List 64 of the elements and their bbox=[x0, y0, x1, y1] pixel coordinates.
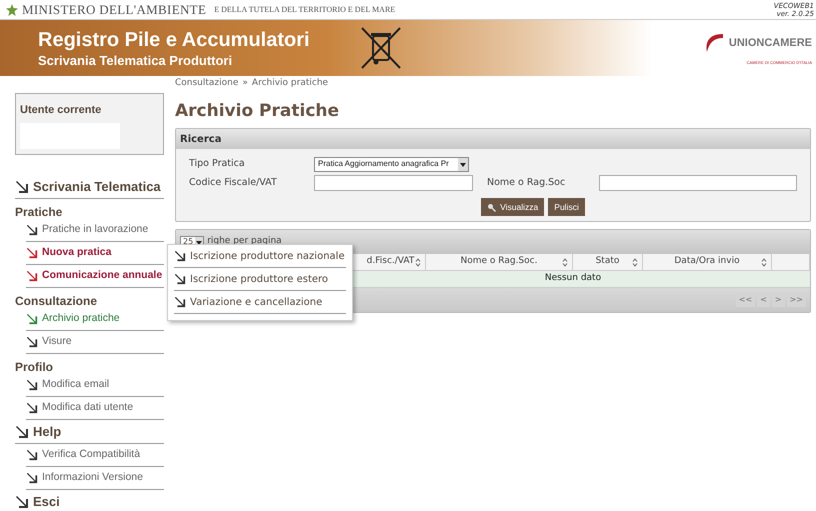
sidebar-item[interactable]: Nuova pratica bbox=[26, 242, 164, 265]
panel-title: Ricerca bbox=[176, 129, 810, 149]
arrow-icon bbox=[26, 270, 38, 282]
column-header[interactable]: Stato bbox=[573, 254, 643, 270]
field-label: Nome o Rag.Soc bbox=[487, 176, 566, 190]
arrow-icon bbox=[26, 313, 38, 325]
sidebar-link[interactable]: Esci bbox=[15, 490, 164, 511]
sidebar-item[interactable]: Informazioni Versione bbox=[26, 467, 164, 490]
sidebar-item[interactable]: Verifica Compatibilità bbox=[26, 444, 164, 467]
sidebar-heading: Pratiche bbox=[15, 204, 64, 219]
sort-icon bbox=[562, 258, 568, 266]
user-label: Utente corrente bbox=[20, 103, 102, 118]
tipo-select[interactable]: Pratica Aggiornamento anagrafica Pr bbox=[314, 156, 469, 172]
search-icon bbox=[487, 202, 496, 212]
app-subtitle: Scrivania Telematica Produttori bbox=[38, 53, 234, 69]
sidebar-item[interactable]: Comunicazione annuale bbox=[26, 265, 164, 288]
nome-field[interactable] bbox=[599, 175, 797, 191]
popup-menu-item[interactable]: Variazione e cancellazione bbox=[174, 291, 346, 314]
sidebar-heading: Profilo bbox=[15, 359, 54, 374]
app-title: Registro Pile e Accumulatori bbox=[38, 28, 310, 53]
column-header[interactable]: d.Fisc./VAT bbox=[356, 254, 426, 270]
ministry-name: MINISTERO DELL'AMBIENTE bbox=[22, 0, 206, 19]
field-label: Tipo Pratica bbox=[189, 156, 246, 171]
arrow-icon bbox=[174, 296, 186, 308]
arrow-icon bbox=[26, 402, 38, 414]
breadcrumb-item[interactable]: Consultazione bbox=[175, 77, 238, 91]
field-label: Codice Fiscale/VAT bbox=[189, 176, 278, 190]
arrow-icon bbox=[26, 379, 38, 391]
sidebar-item[interactable]: Modifica email bbox=[26, 374, 164, 397]
column-header[interactable]: Nome o Rag.Soc. bbox=[426, 254, 573, 270]
breadcrumb-item[interactable]: » bbox=[242, 77, 248, 91]
sort-icon bbox=[632, 258, 638, 266]
empty-message: Nessun dato bbox=[544, 272, 602, 286]
arrow-icon bbox=[15, 424, 29, 438]
partner-logo: UNIONCAMERE bbox=[728, 36, 812, 51]
star-icon bbox=[6, 4, 18, 16]
ministry-subtitle: E DELLA TUTELA DEL TERRITORIO E DEL MARE bbox=[214, 4, 396, 16]
dropdown-icon bbox=[458, 158, 468, 170]
codice-fiscale-field[interactable] bbox=[314, 175, 473, 191]
arrow-icon bbox=[15, 494, 29, 508]
arrow-icon bbox=[26, 449, 38, 461]
sidebar-item[interactable]: Modifica dati utente bbox=[26, 397, 164, 420]
sidebar-link[interactable]: Scrivania Telematica bbox=[15, 175, 164, 199]
arrow-icon bbox=[26, 247, 38, 259]
arrow-icon bbox=[26, 336, 38, 348]
popup-menu-item[interactable]: Iscrizione produttore nazionale bbox=[174, 245, 346, 268]
arrow-icon bbox=[26, 224, 38, 236]
sidebar-item[interactable]: Archivio pratiche bbox=[26, 308, 164, 331]
clear-button[interactable]: Pulisci bbox=[548, 198, 585, 216]
arrow-icon bbox=[174, 250, 186, 262]
sort-icon bbox=[761, 258, 767, 266]
popup-menu-item[interactable]: Iscrizione produttore estero bbox=[174, 268, 346, 291]
arrow-icon bbox=[15, 180, 29, 194]
arrow-icon bbox=[174, 273, 186, 285]
sidebar-item[interactable]: Pratiche in lavorazione bbox=[26, 219, 164, 242]
sidebar-item[interactable]: Visure bbox=[26, 331, 164, 354]
column-header[interactable]: Data/Ora invio bbox=[643, 254, 772, 270]
arrow-icon bbox=[26, 472, 38, 484]
sort-icon bbox=[415, 258, 421, 266]
breadcrumb-item: Archivio pratiche bbox=[252, 77, 328, 90]
sidebar-heading: Consultazione bbox=[15, 293, 98, 308]
search-button[interactable]: Visualizza bbox=[481, 198, 544, 216]
sidebar-link[interactable]: Help bbox=[15, 420, 164, 444]
page-title: Archivio Pratiche bbox=[175, 100, 340, 122]
